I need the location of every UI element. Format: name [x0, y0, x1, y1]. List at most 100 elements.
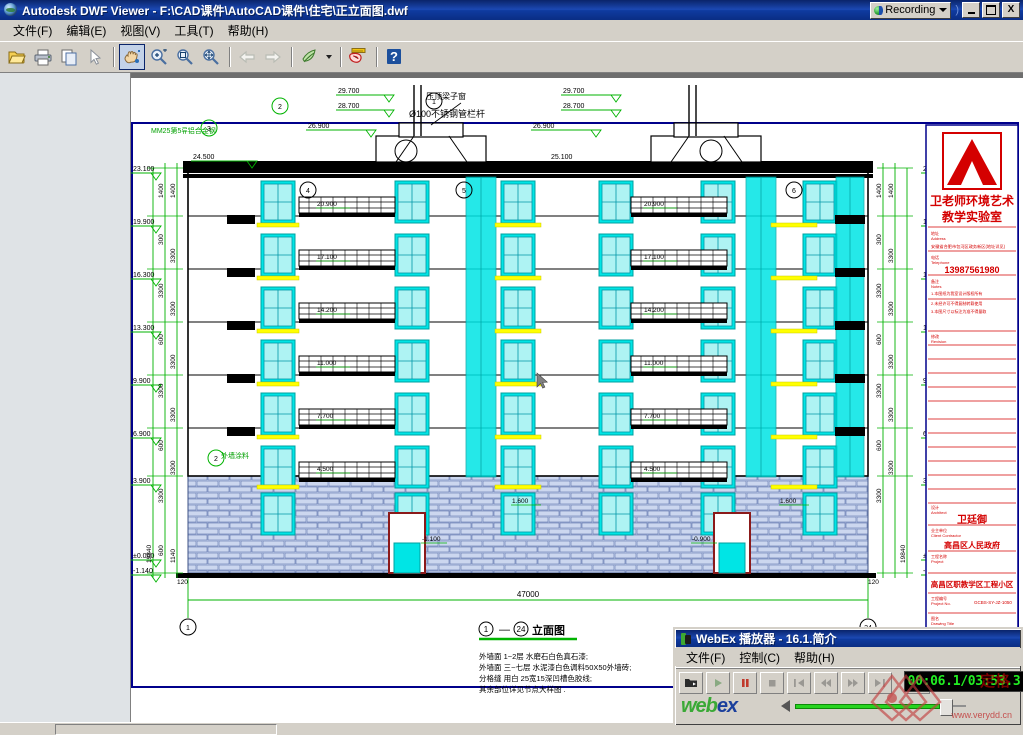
elev-label: 6.900: [133, 431, 151, 438]
volume-slider-handle[interactable]: [940, 699, 954, 716]
sheet-dash: —: [499, 624, 510, 636]
volume-slider[interactable]: [795, 699, 966, 716]
top-elev: 29.700: [563, 88, 585, 95]
wx-skip-end-button[interactable]: [868, 672, 892, 694]
minimize-button[interactable]: [962, 2, 980, 18]
svg-text:?: ?: [390, 49, 398, 64]
pan-button[interactable]: [119, 43, 145, 70]
help-button[interactable]: ?: [382, 45, 406, 69]
close-button[interactable]: X: [1002, 2, 1020, 18]
dim-text: 3300: [158, 283, 165, 298]
wx-skip-start-button[interactable]: [787, 672, 811, 694]
toolbar-separator-5: [376, 46, 378, 67]
grid-bubble-1: 1: [186, 625, 190, 632]
tb-note-line: 1.本图纸为我室设计版权所有: [931, 290, 982, 296]
wx-menu-help[interactable]: 帮助(H): [787, 648, 842, 667]
wx-open-button[interactable]: [679, 672, 703, 694]
dim-text2: 3300: [170, 248, 177, 263]
zoom-in-button[interactable]: [147, 45, 171, 69]
open-button[interactable]: [5, 45, 29, 69]
wx-menu-file[interactable]: 文件(F): [679, 648, 732, 667]
layers-dropdown[interactable]: [323, 45, 334, 69]
detail-bubble: 2: [214, 456, 218, 463]
zoom-fit-button[interactable]: [199, 45, 223, 69]
status-pane: [55, 723, 277, 735]
dim-text: 300: [158, 234, 165, 245]
print-button[interactable]: [31, 45, 55, 69]
dim-text-r2: 3300: [888, 301, 895, 316]
drawing-canvas[interactable]: 23.100 19.900 16.300 13.300 9.900 6.900 …: [131, 73, 1023, 723]
left-panel: [0, 73, 131, 723]
menu-edit[interactable]: 编辑(E): [59, 20, 113, 41]
wx-stop-button[interactable]: [760, 672, 784, 694]
tb-row-label-en: Address: [931, 236, 946, 241]
note-line: 外墙面 三~七层 水泥漆白色调料50X50外墙砖;: [479, 662, 631, 672]
top-elev: 28.700: [338, 103, 360, 110]
tb-note-line: 2.未经许可不得复制转载使用: [931, 300, 982, 306]
dim-text2: 3300: [170, 460, 177, 475]
recording-dropdown[interactable]: Recording: [870, 1, 952, 19]
win-elev: 11.000: [644, 360, 664, 367]
win-elev: 20.900: [317, 201, 337, 208]
webex-player-window[interactable]: WebEx 播放器 - 16.1.简介 文件(F) 控制(C) 帮助(H) 00…: [673, 627, 1023, 727]
title-separator: ): [955, 4, 959, 16]
win-elev: -0.900: [692, 536, 711, 543]
top-elev: 29.700: [338, 88, 360, 95]
tb-row-value: 安徽省合肥市包河区政务新区(地址详见): [931, 243, 1006, 250]
dim-text: 3300: [158, 488, 165, 503]
title-bar-controls: Recording ) X: [870, 1, 1023, 19]
dim-text2: 1140: [170, 549, 177, 563]
menu-view[interactable]: 视图(V): [113, 20, 167, 41]
dim-text2: 3300: [170, 354, 177, 369]
wx-forward-button[interactable]: [841, 672, 865, 694]
menu-tools[interactable]: 工具(T): [167, 20, 220, 41]
win-elev: -1.100: [422, 536, 441, 543]
menu-file[interactable]: 文件(F): [6, 20, 59, 41]
wx-menu-control[interactable]: 控制(C): [732, 648, 787, 667]
wx-pause-button[interactable]: [733, 672, 757, 694]
window-title: Autodesk DWF Viewer - F:\CAD课件\AutoCAD课件…: [22, 3, 408, 18]
wx-play-button[interactable]: [706, 672, 730, 694]
dim-text2: 3300: [170, 407, 177, 422]
wx-rewind-button[interactable]: [814, 672, 838, 694]
dim-text-r: 600: [876, 334, 883, 345]
zoom-window-button[interactable]: [173, 45, 197, 69]
detail-bubble: 1: [432, 99, 436, 106]
application-window: Autodesk DWF Viewer - F:\CAD课件\AutoCAD课件…: [0, 0, 1023, 735]
dim-text-r2: 3300: [888, 407, 895, 422]
win-elev: 14.200: [644, 307, 664, 314]
dim-text: 3300: [158, 383, 165, 398]
select-button[interactable]: [83, 45, 107, 69]
webex-body: 00:06.1/03:53.3 webex 定格 www.verydd.cn: [676, 667, 1023, 724]
edge-dim: 120: [177, 579, 188, 586]
dim-text-r: 600: [876, 440, 883, 451]
webex-logo-ex: ex: [716, 695, 738, 717]
win-elev: 14.200: [317, 307, 337, 314]
tb-note-line: 3.本图尺寸以标注为准不得量取: [931, 308, 986, 314]
dim-text2: 3300: [170, 301, 177, 316]
webex-menu-bar: 文件(F) 控制(C) 帮助(H): [675, 648, 1021, 666]
dim-text-r: 3300: [876, 383, 883, 398]
back-button[interactable]: [235, 45, 259, 69]
dwf-drawing: 23.100 19.900 16.300 13.300 9.900 6.900 …: [131, 85, 1019, 694]
menu-help[interactable]: 帮助(H): [221, 20, 276, 41]
top-elev: 25.100: [551, 154, 573, 161]
sheet-grid-end: 24: [517, 625, 526, 634]
chevron-down-icon: [325, 54, 332, 59]
win-elev: 1.600: [780, 498, 797, 505]
tb-architect-value: 卫廷御: [957, 513, 987, 526]
top-elev: 28.700: [563, 103, 585, 110]
company-name-2: 教学实验室: [941, 209, 1002, 224]
tb-client-value: 高昌区人民政府: [944, 540, 1000, 550]
webex-timer: 00:06.1/03:53.3: [904, 671, 1023, 692]
restore-button[interactable]: [982, 2, 1000, 18]
detail-bubble: 2: [278, 104, 282, 111]
volume-control[interactable]: [781, 699, 966, 716]
measure-button[interactable]: [346, 45, 370, 69]
copy-button[interactable]: [57, 45, 81, 69]
layers-button[interactable]: [297, 45, 321, 69]
annotation-steel-rail: Ø100不锈钢管栏杆: [409, 108, 485, 119]
elev-label: 9.900: [133, 378, 151, 385]
forward-button[interactable]: [261, 45, 285, 69]
tb-row-label-en: Notes: [931, 284, 941, 289]
